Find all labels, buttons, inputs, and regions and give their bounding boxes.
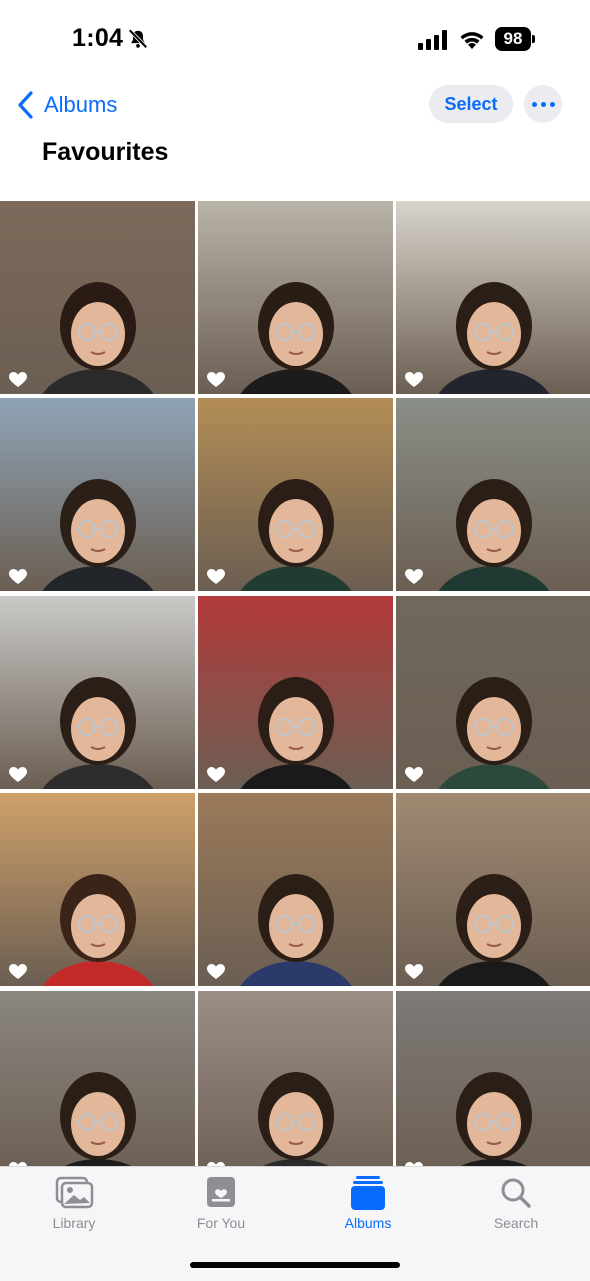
search-icon — [501, 1178, 531, 1208]
photo-thumbnail[interactable] — [0, 596, 195, 789]
library-icon — [55, 1176, 94, 1209]
photo-thumbnail[interactable] — [198, 398, 393, 591]
tab-albums[interactable]: Albums — [318, 1175, 418, 1237]
tab-for-you[interactable]: For You — [171, 1175, 271, 1237]
favourite-heart-icon[interactable] — [405, 964, 423, 980]
photo-thumbnail[interactable] — [396, 991, 590, 1166]
photo-grid — [0, 201, 590, 1166]
photo-thumbnail[interactable] — [198, 201, 393, 394]
favourite-heart-icon[interactable] — [207, 569, 225, 585]
photo-thumbnail[interactable] — [0, 991, 195, 1166]
tab-library[interactable]: Library — [24, 1175, 124, 1237]
favourite-heart-icon[interactable] — [207, 372, 225, 388]
photo-thumbnail[interactable] — [396, 596, 590, 789]
albums-icon — [351, 1176, 385, 1210]
select-button[interactable]: Select — [429, 85, 513, 123]
person-photo — [41, 677, 154, 789]
photo-thumbnail[interactable] — [396, 793, 590, 986]
more-options-button[interactable] — [524, 85, 562, 123]
person-photo — [437, 282, 550, 394]
battery-level: 98 — [495, 27, 531, 51]
photo-thumbnail[interactable] — [0, 201, 195, 394]
photo-thumbnail[interactable] — [396, 398, 590, 591]
photo-thumbnail[interactable] — [0, 398, 195, 591]
favourite-heart-icon[interactable] — [207, 964, 225, 980]
favourite-heart-icon[interactable] — [207, 767, 225, 783]
person-photo — [41, 479, 154, 591]
person-photo — [41, 282, 154, 394]
status-time: 1:04 — [72, 24, 124, 52]
person-photo — [239, 677, 352, 789]
favourite-heart-icon[interactable] — [9, 767, 27, 783]
status-bar: 1:04 98 — [0, 0, 590, 80]
person-photo — [455, 1072, 532, 1166]
person-photo — [239, 874, 352, 986]
battery-indicator: 98 — [495, 27, 535, 52]
photo-thumbnail[interactable] — [198, 596, 393, 789]
favourite-heart-icon[interactable] — [405, 569, 423, 585]
photo-thumbnail[interactable] — [198, 793, 393, 986]
person-photo — [239, 282, 352, 394]
wifi-icon — [460, 32, 484, 49]
tab-search[interactable]: Search — [466, 1175, 566, 1237]
person-photo — [437, 677, 550, 789]
photo-thumbnail[interactable] — [396, 201, 590, 394]
back-label: Albums — [44, 92, 118, 117]
tab-search-label: Search — [493, 1215, 539, 1231]
favourite-heart-icon[interactable] — [405, 372, 423, 388]
person-photo — [257, 1072, 334, 1166]
tab-library-label: Library — [52, 1215, 96, 1231]
person-photo — [437, 479, 550, 591]
person-photo — [41, 874, 154, 986]
photo-thumbnail[interactable] — [0, 793, 195, 986]
tab-for-you-label: For You — [196, 1215, 246, 1231]
back-button[interactable]: Albums — [16, 88, 117, 122]
favourite-heart-icon[interactable] — [9, 372, 27, 388]
favourite-heart-icon[interactable] — [9, 964, 27, 980]
chevron-left-icon — [18, 91, 33, 119]
photo-thumbnail[interactable] — [198, 991, 393, 1166]
person-photo — [239, 479, 352, 591]
page-title: Favourites — [42, 138, 169, 166]
bell-muted-icon — [128, 29, 148, 49]
ellipsis-icon — [530, 101, 557, 107]
for-you-icon — [207, 1177, 235, 1207]
favourite-heart-icon[interactable] — [405, 767, 423, 783]
cellular-signal-icon — [418, 30, 447, 50]
favourite-heart-icon[interactable] — [9, 569, 27, 585]
home-indicator — [190, 1262, 400, 1268]
person-photo — [59, 1072, 136, 1166]
person-photo — [437, 874, 550, 986]
tab-albums-label: Albums — [344, 1215, 392, 1231]
